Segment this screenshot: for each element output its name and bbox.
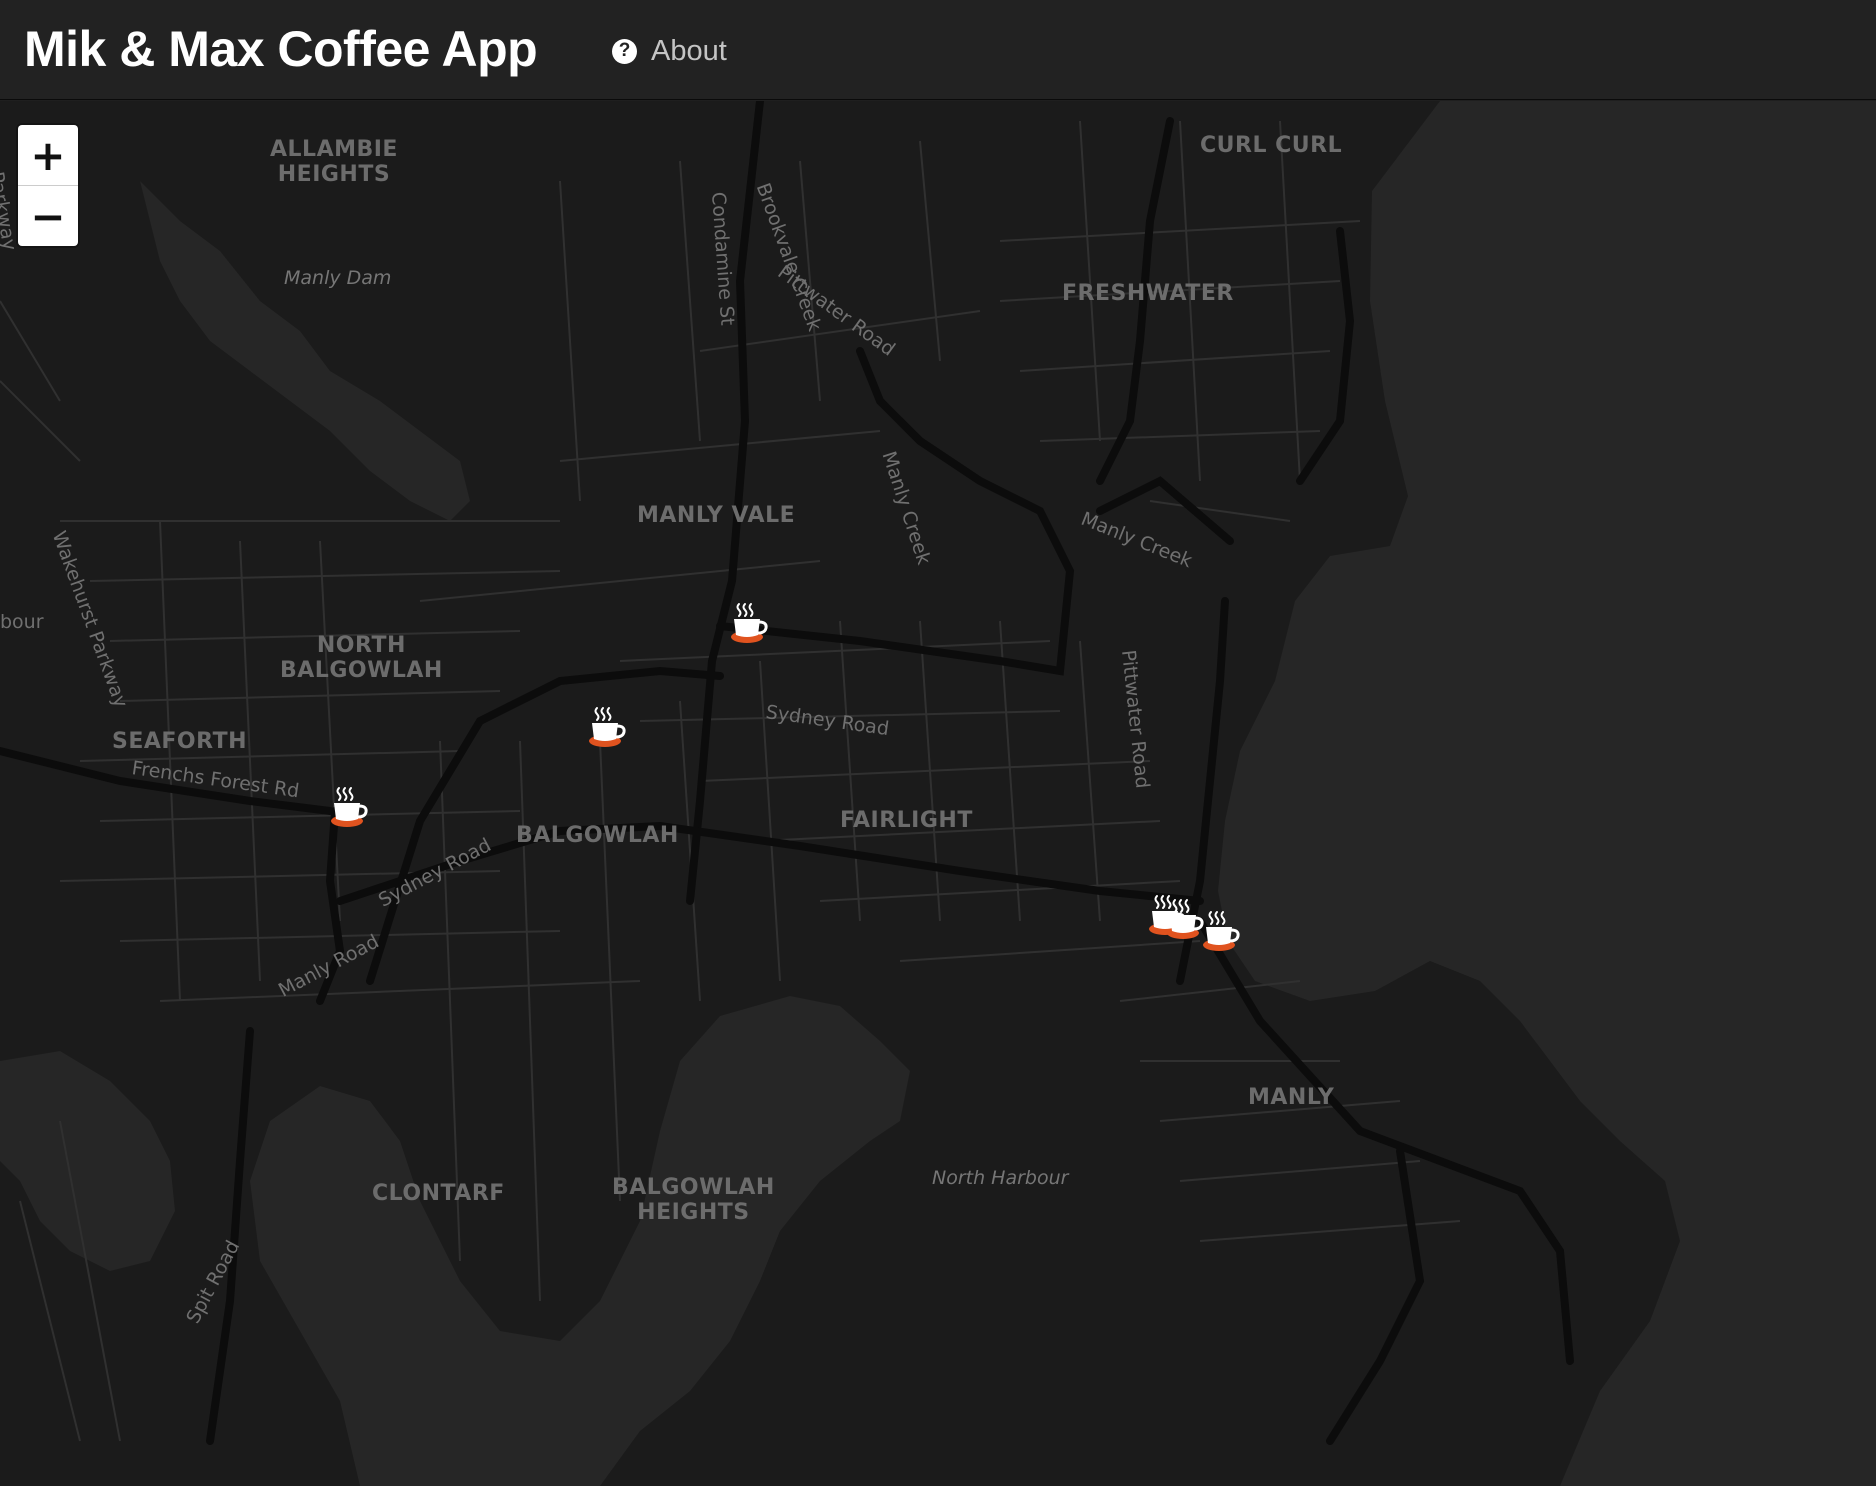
coffee-marker[interactable] [326,785,370,831]
place-label-balgowlah: BALGOWLAH [516,823,679,848]
question-circle-icon: ? [612,38,637,64]
coffee-cup-icon [589,707,626,747]
place-label-manly-vale: MANLY VALE [637,503,796,528]
coffee-marker[interactable] [584,705,628,751]
water-label-north-harbour: North Harbour [932,1167,1069,1189]
place-label-north-balgowlah: NORTH BALGOWLAH [280,633,443,684]
coffee-cup-icon [1203,911,1240,951]
app-title[interactable]: Mik & Max Coffee App [24,20,538,78]
coffee-marker[interactable] [1198,909,1242,955]
place-label-freshwater: FRESHWATER [1062,281,1234,306]
about-link[interactable]: ? About [612,31,727,71]
place-label-manly: MANLY [1248,1085,1335,1110]
map-view[interactable]: ALLAMBIE HEIGHTS CURL CURL FRESHWATER MA… [0,101,1876,1486]
street-label-harbour-edge: bour [0,611,44,633]
coffee-marker[interactable] [726,601,770,647]
coffee-cup-icon [331,787,368,827]
zoom-out-button[interactable]: − [18,185,78,246]
water-label-manly-dam: Manly Dam [284,267,392,289]
place-label-clontarf: CLONTARF [372,1181,505,1206]
place-label-seaforth: SEAFORTH [112,729,248,754]
place-label-curl-curl: CURL CURL [1200,133,1343,158]
about-label: About [651,34,727,67]
place-label-fairlight: FAIRLIGHT [840,808,973,833]
place-label-allambie-heights: ALLAMBIE HEIGHTS [270,137,398,188]
navbar: Mik & Max Coffee App ? About [0,0,1876,100]
zoom-in-button[interactable]: + [18,125,78,185]
place-label-balgowlah-heights: BALGOWLAH HEIGHTS [612,1175,775,1226]
coffee-cup-icon [731,603,768,643]
zoom-control: + − [18,125,78,246]
